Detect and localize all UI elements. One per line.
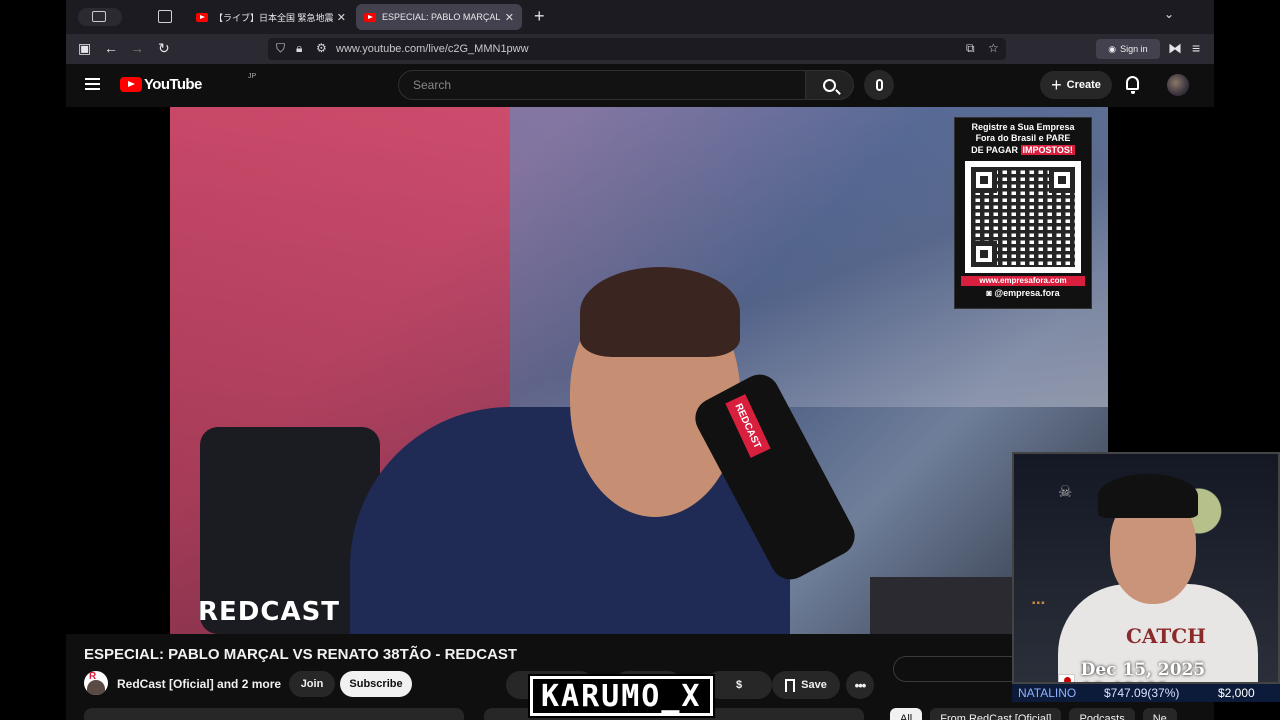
tab-title: 【ライブ】日本全国 緊急地震速報 <box>214 12 333 23</box>
description-box[interactable] <box>84 708 464 720</box>
reload-icon[interactable]: ↻ <box>158 40 170 57</box>
plus-icon: + <box>1051 75 1062 95</box>
video-frame[interactable]: REDCAST REDCAST Registre a Sua Empresa F… <box>170 107 1108 634</box>
account-icon: ◉ <box>1108 43 1117 54</box>
back-arrow-icon[interactable]: ← <box>104 40 118 56</box>
permissions-icon[interactable]: ⚙ <box>316 41 327 55</box>
qr-finder <box>1049 166 1075 193</box>
bookmark-icon <box>785 678 796 692</box>
ad-highlight: IMPOSTOS! <box>1020 144 1075 155</box>
recommendation-chips: All From RedCast [Oficial] Podcasts Ne <box>890 708 1177 720</box>
chevron-down-icon[interactable]: ⌄ <box>1164 7 1174 21</box>
ad-line-1: Registre a Sua Empresa <box>971 122 1075 132</box>
youtube-favicon-icon <box>196 12 208 22</box>
ad-handle-text: @empresa.fora <box>994 287 1060 298</box>
channel-avatar-face <box>87 680 105 695</box>
close-tab-icon[interactable]: ✕ <box>505 11 514 24</box>
video-title: ESPECIAL: PABLO MARÇAL VS RENATO 38TÃO -… <box>84 646 518 663</box>
new-tab-button[interactable]: + <box>534 6 545 27</box>
chip-new[interactable]: Ne <box>1142 708 1177 720</box>
led-lights: ▪▪▪ <box>1032 598 1046 609</box>
subscribe-button[interactable]: Subscribe <box>340 671 412 697</box>
thanks-button[interactable]: $ <box>706 671 772 699</box>
country-code: JP <box>248 73 257 80</box>
goal-target: $2,000 <box>1218 686 1255 700</box>
tab-list-icon[interactable] <box>158 10 172 23</box>
sign-in-label: Sign in <box>1120 44 1148 54</box>
search-box[interactable] <box>398 70 806 100</box>
thanks-icon: $ <box>735 679 743 691</box>
youtube-header: YouTube JP + Create <box>66 64 1214 107</box>
bookmark-star-icon[interactable]: ☆ <box>988 41 999 55</box>
qr-code <box>965 160 1081 273</box>
chip-podcasts[interactable]: Podcasts <box>1069 708 1135 720</box>
sidebar-toggle-button[interactable] <box>78 8 122 26</box>
more-icon: ••• <box>854 677 867 693</box>
ad-social-handle: ◙ @empresa.fora <box>955 288 1091 299</box>
address-bar[interactable]: ⛉ 🔒︎ ⚙ www.youtube.com/live/c2G_MMN1pww … <box>268 38 1006 60</box>
goal-progress: $747.09(37%) <box>1104 686 1180 700</box>
youtube-favicon-icon <box>364 12 376 22</box>
more-actions-button[interactable]: ••• <box>846 671 874 699</box>
streamer-cap <box>1098 474 1198 518</box>
tab-earthquake-live[interactable]: 【ライブ】日本全国 緊急地震速報 ✕ <box>188 4 354 30</box>
url-text[interactable]: www.youtube.com/live/c2G_MMN1pww <box>336 43 529 55</box>
save-label: Save <box>801 679 827 691</box>
ad-line-3: DE PAGAR IMPOSTOS! <box>955 144 1091 156</box>
shield-icon[interactable]: ⛉ <box>276 41 285 56</box>
picture-in-picture-icon[interactable]: ⧉ <box>966 41 975 56</box>
search-input[interactable] <box>399 71 805 99</box>
forward-arrow-icon[interactable]: → <box>130 40 144 56</box>
menu-icon[interactable]: ≡ <box>1192 40 1200 56</box>
live-chat-toggle[interactable] <box>893 656 1029 682</box>
voice-search-button[interactable] <box>864 70 894 100</box>
channel-avatar[interactable] <box>84 671 108 695</box>
search-icon <box>823 78 836 92</box>
goal-label: NATALINO <box>1018 686 1077 700</box>
sign-in-button[interactable]: ◉ Sign in <box>1096 39 1160 59</box>
create-label: Create <box>1066 79 1101 91</box>
sidebar-icon <box>92 11 106 22</box>
shirt-text: CATCH <box>1126 624 1207 648</box>
skull-decoration-icon: ☠ <box>1058 484 1073 501</box>
sidebar-panel-icon[interactable]: ▣ <box>78 40 91 57</box>
save-button[interactable]: Save <box>772 671 840 699</box>
date-time: Dec 15, 2025 10:40AM <box>1080 660 1206 682</box>
redcast-logo: REDCAST <box>198 597 341 627</box>
navigation-bar: ▣ ← → ↻ ⛉ 🔒︎ ⚙ www.youtube.com/live/c2G_… <box>66 34 1214 64</box>
lock-icon[interactable]: 🔒︎ <box>296 41 302 56</box>
chip-from-channel[interactable]: From RedCast [Oficial] <box>930 708 1062 720</box>
donation-goal-bar: NATALINO $747.09(37%) $2,000 <box>1012 684 1280 702</box>
tab-bar: 【ライブ】日本全国 緊急地震速報 ✕ ESPECIAL: PABLO MARÇA… <box>66 0 1214 34</box>
join-button[interactable]: Join <box>289 671 335 697</box>
date-overlay: Dec 15, 2025 10:40AM <box>1058 660 1278 682</box>
ad-line-3-prefix: DE PAGAR <box>971 144 1018 155</box>
create-button[interactable]: + Create <box>1040 71 1112 99</box>
youtube-logo[interactable]: YouTube JP <box>120 73 256 93</box>
tab-title: ESPECIAL: PABLO MARÇAL VS RENATO 38TÃO -… <box>382 12 501 22</box>
qr-finder <box>971 166 997 193</box>
logo-text: YouTube <box>144 76 202 93</box>
user-avatar[interactable] <box>1167 74 1189 96</box>
qr-advertisement: Registre a Sua Empresa Fora do Brasil e … <box>954 117 1092 309</box>
chip-all[interactable]: All <box>890 708 923 720</box>
microphone-icon <box>875 79 883 91</box>
search-button[interactable] <box>806 70 854 100</box>
japan-flag-icon <box>1058 673 1075 682</box>
extensions-icon[interactable]: ⧓ <box>1168 40 1182 57</box>
ad-website: www.empresafora.com <box>961 275 1085 286</box>
notifications-bell-icon[interactable] <box>1126 76 1139 94</box>
hamburger-menu-icon[interactable] <box>85 78 100 90</box>
streamer-watermark: KARUMO_X <box>530 676 713 716</box>
tab-redcast-active[interactable]: ESPECIAL: PABLO MARÇAL VS RENATO 38TÃO -… <box>356 4 522 30</box>
host-hair <box>580 267 740 357</box>
youtube-play-icon <box>120 77 142 92</box>
qr-finder <box>971 240 997 267</box>
channel-name[interactable]: RedCast [Oficial] and 2 more <box>117 677 281 691</box>
streamer-webcam: ☠ ▪▪▪ CATCH Dec 15, 2025 10:40AM <box>1012 452 1280 684</box>
qr-pattern <box>971 166 1075 267</box>
ad-line-2: Fora do Brasil e PARE <box>975 133 1071 144</box>
social-icon: ◙ <box>986 287 992 298</box>
close-tab-icon[interactable]: ✕ <box>337 11 346 24</box>
